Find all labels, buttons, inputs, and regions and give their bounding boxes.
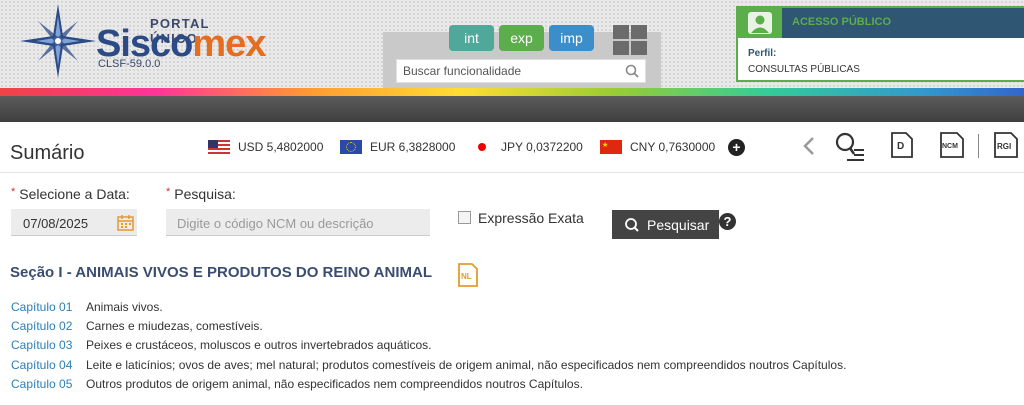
- chapter-link[interactable]: Capítulo 02: [11, 319, 72, 333]
- exact-expression-label: Expressão Exata: [478, 210, 584, 226]
- plus-circle-icon[interactable]: +: [728, 139, 745, 156]
- chapter-link[interactable]: Capítulo 01: [11, 300, 72, 314]
- access-title: ACESSO PÚBLICO: [792, 16, 892, 28]
- date-field: [11, 209, 137, 236]
- chapter-description: Carnes e miudezas, comestíveis.: [86, 319, 263, 333]
- ncm-search-field: [166, 209, 430, 236]
- version-label: CLSF-59.0.0: [98, 58, 161, 70]
- calendar-icon[interactable]: [117, 214, 134, 231]
- apps-grid-icon[interactable]: [613, 25, 647, 55]
- search-icon: [625, 218, 639, 232]
- access-panel[interactable]: ACESSO PÚBLICO Perfil: CONSULTAS PÚBLICA…: [736, 6, 1024, 82]
- chapter-description: Leite e laticínios; ovos de aves; mel na…: [86, 358, 847, 372]
- functionality-search-input[interactable]: [403, 62, 623, 80]
- exact-expression-checkbox[interactable]: [458, 211, 471, 224]
- chapter-link[interactable]: Capítulo 03: [11, 338, 72, 352]
- document-rgi-icon[interactable]: RGI: [993, 131, 1019, 159]
- chapter-description: Outros produtos de origem animal, não es…: [86, 377, 583, 391]
- module-imp-button[interactable]: imp: [549, 25, 594, 51]
- site-header: PORTAL ÚNICO Siscomex CLSF-59.0.0 int ex…: [0, 0, 1024, 88]
- search-list-icon[interactable]: [833, 130, 865, 162]
- document-d-icon[interactable]: D: [890, 131, 914, 159]
- jp-flag-icon: [471, 140, 493, 154]
- chapter-link[interactable]: Capítulo 04: [11, 358, 72, 372]
- eu-flag-icon: [340, 140, 362, 154]
- toolbar-divider: [978, 134, 979, 158]
- search-icon[interactable]: [625, 64, 639, 78]
- page-title: Sumário: [10, 142, 85, 164]
- module-exp-button[interactable]: exp: [499, 25, 544, 51]
- perfil-value: CONSULTAS PÚBLICAS: [748, 64, 860, 75]
- ncm-search-input[interactable]: [177, 214, 422, 232]
- chapter-description: Peixes e crustáceos, moluscos e outros i…: [86, 338, 432, 352]
- section-title: Seção I - ANIMAIS VIVOS E PRODUTOS DO RE…: [10, 264, 432, 281]
- document-nl-icon[interactable]: NL: [457, 262, 479, 288]
- color-stripe: [0, 88, 1024, 96]
- date-input[interactable]: [23, 214, 113, 232]
- nav-bar: [0, 96, 1024, 122]
- us-flag-icon: [208, 140, 230, 154]
- chevron-left-icon[interactable]: [802, 136, 816, 156]
- date-label: * Selecione a Data:: [11, 186, 130, 202]
- cn-flag-icon: [600, 139, 622, 154]
- user-icon: [748, 12, 772, 34]
- module-int-button[interactable]: int: [449, 25, 494, 51]
- chapter-description: Animais vivos.: [86, 300, 163, 314]
- divider: [0, 172, 1024, 173]
- siscomex-logo[interactable]: PORTAL ÚNICO Siscomex CLSF-59.0.0: [18, 2, 266, 82]
- compass-star-icon: [20, 4, 96, 78]
- search-button[interactable]: Pesquisar: [612, 210, 719, 239]
- functionality-search: [396, 59, 646, 83]
- perfil-label: Perfil:: [748, 48, 777, 59]
- document-ncm-icon[interactable]: NCM: [939, 131, 965, 159]
- search-label: * Pesquisa:: [166, 186, 236, 202]
- chapter-link[interactable]: Capítulo 05: [11, 377, 72, 391]
- help-icon[interactable]: ?: [719, 213, 736, 230]
